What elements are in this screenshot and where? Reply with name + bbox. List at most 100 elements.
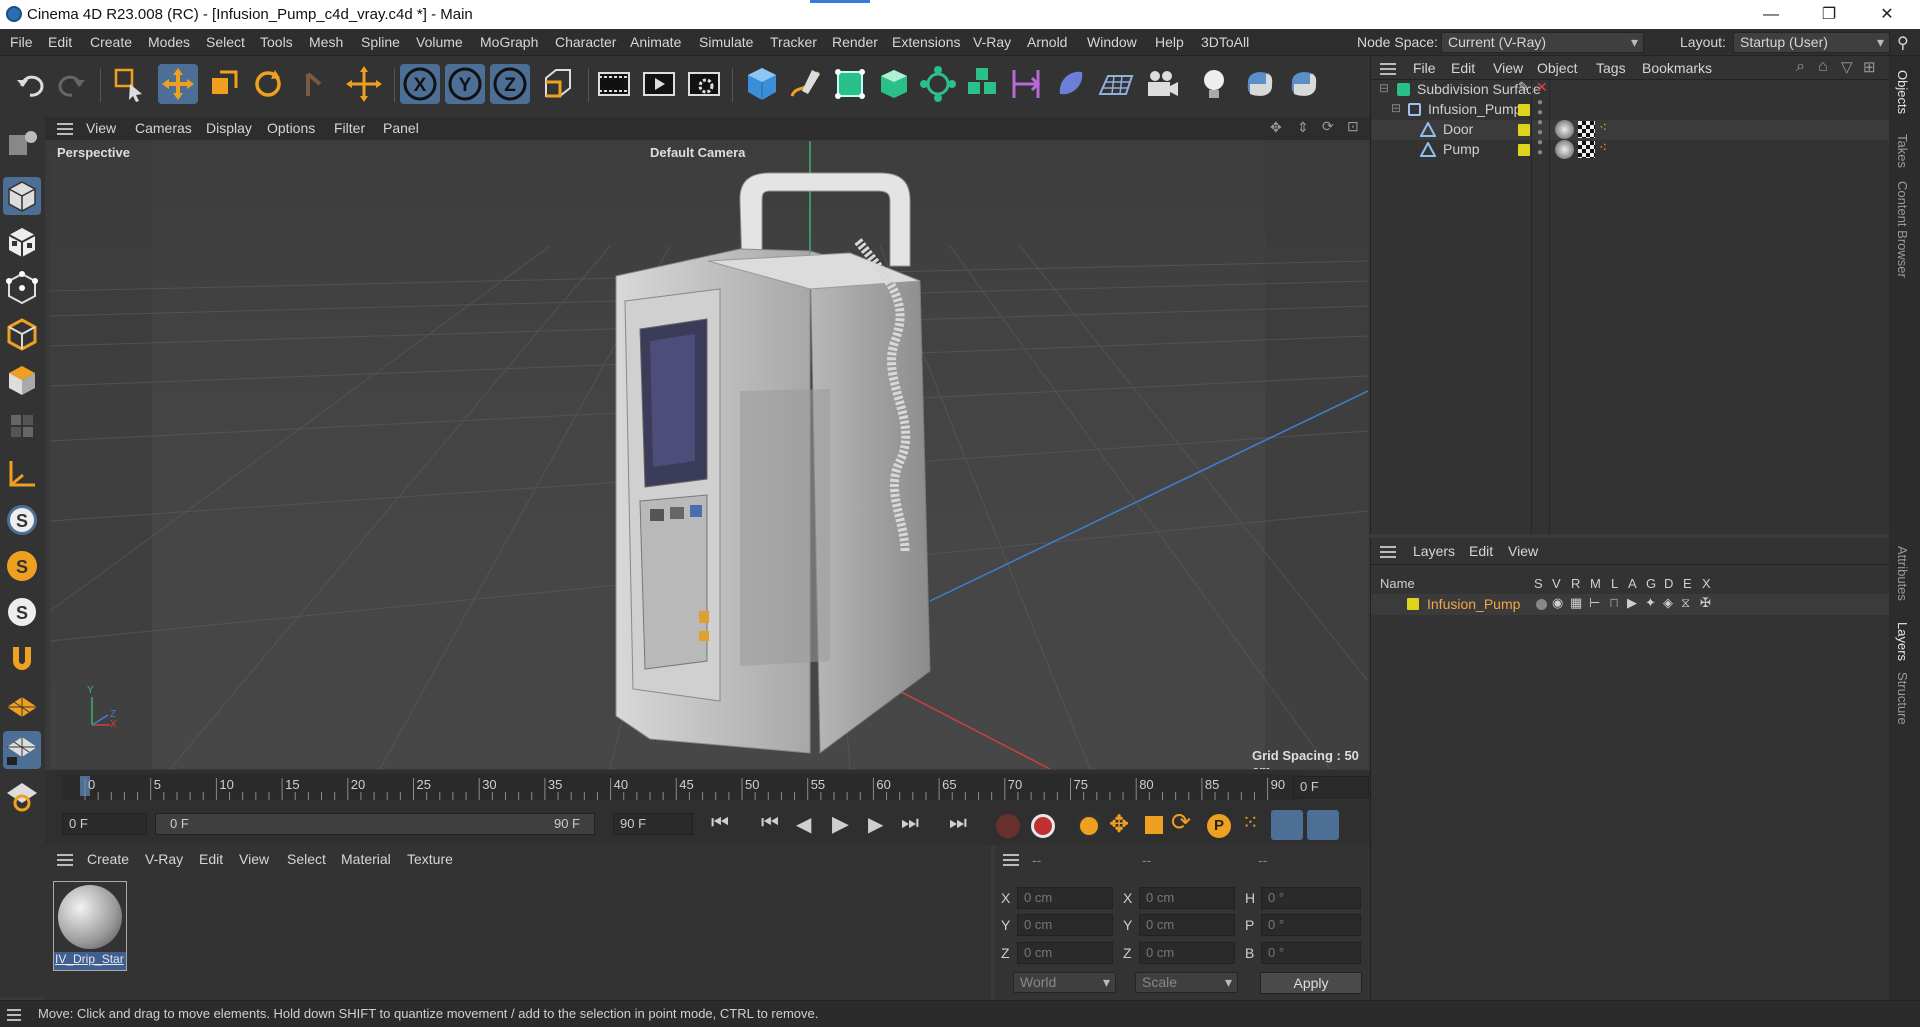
- layer-solo-icon[interactable]: [1536, 599, 1547, 610]
- timeline-ruler[interactable]: 0 5 10 15 20 25 30 35 40 45 50 55 60 65 70 75 80 85 90: [62, 774, 1302, 800]
- key-scale-icon[interactable]: [1145, 816, 1163, 834]
- menu-file[interactable]: File: [10, 34, 33, 50]
- layer-xref-icon[interactable]: ✠: [1700, 595, 1711, 611]
- previous-keyframe-icon[interactable]: ⏮: [761, 812, 779, 835]
- layer-row[interactable]: Infusion_Pump ◉ ▦ ⊢ ⊓ ▶ ✦ ◈ ⧖ ✠: [1371, 594, 1890, 615]
- visibility-dots-icon[interactable]: ● ●: [1537, 138, 1543, 158]
- size-x-field[interactable]: 0 cm: [1139, 887, 1235, 909]
- layout-dropdown[interactable]: Startup (User): [1733, 32, 1890, 53]
- go-to-start-icon[interactable]: ⏮: [711, 812, 729, 835]
- auto-keying-icon[interactable]: [1031, 814, 1055, 838]
- rot-h-field[interactable]: 0 °: [1261, 887, 1361, 909]
- obj-menu-file[interactable]: File: [1413, 60, 1436, 76]
- mat-menu-vray[interactable]: V-Ray: [145, 851, 183, 867]
- interpolation-icon[interactable]: [1271, 810, 1303, 840]
- coordinate-system-icon[interactable]: [344, 64, 384, 104]
- frame-range-slider[interactable]: 0 F 90 F: [155, 813, 595, 835]
- disable-x-icon[interactable]: ✕: [1536, 79, 1548, 96]
- vp-menu-options[interactable]: Options: [267, 120, 315, 136]
- render-region-icon[interactable]: [594, 64, 634, 104]
- recent-tools-icon[interactable]: [296, 64, 336, 104]
- edges-mode-icon[interactable]: [3, 315, 41, 353]
- layer-manager-icon[interactable]: ⊢: [1589, 595, 1600, 611]
- menu-help[interactable]: Help: [1155, 34, 1184, 50]
- menu-edit[interactable]: Edit: [48, 34, 72, 50]
- menu-vray[interactable]: V-Ray: [973, 34, 1011, 50]
- layer-color-swatch[interactable]: [1407, 598, 1419, 610]
- deformer-icon[interactable]: [1006, 64, 1046, 104]
- search-icon[interactable]: ⌕: [1796, 58, 1805, 76]
- light-icon[interactable]: [1194, 64, 1234, 104]
- rot-p-field[interactable]: 0 °: [1261, 914, 1361, 936]
- menu-animate[interactable]: Animate: [630, 34, 681, 50]
- viewport-maximize-icon[interactable]: ⊡: [1347, 118, 1359, 135]
- vp-menu-view[interactable]: View: [86, 120, 116, 136]
- coords-menu-icon[interactable]: [1003, 854, 1019, 856]
- pos-y-field[interactable]: 0 cm: [1017, 914, 1113, 936]
- layer-menu-view[interactable]: View: [1508, 543, 1538, 559]
- floor-environment-icon[interactable]: [1096, 64, 1136, 104]
- collapse-icon[interactable]: ⊟: [1391, 101, 1401, 115]
- menu-select[interactable]: Select: [206, 34, 245, 50]
- redo-icon[interactable]: [52, 64, 92, 104]
- make-editable-icon[interactable]: [3, 125, 41, 163]
- layer-animation-icon[interactable]: ▶: [1627, 595, 1637, 611]
- texture-mode-icon[interactable]: [3, 223, 41, 261]
- vp-menu-panel[interactable]: Panel: [383, 120, 419, 136]
- vp-menu-display[interactable]: Display: [206, 120, 252, 136]
- layer-generator-icon[interactable]: ✦: [1645, 595, 1656, 611]
- cube-primitive-icon[interactable]: [742, 64, 782, 104]
- timeline-window-icon[interactable]: [1307, 810, 1339, 840]
- polygons-mode-icon[interactable]: [3, 361, 41, 399]
- layer-render-icon[interactable]: ▦: [1570, 595, 1582, 611]
- viewport-rotate-icon[interactable]: ⟳: [1322, 118, 1334, 135]
- material-tag-icon[interactable]: [1555, 140, 1574, 159]
- axis-mode-icon[interactable]: [3, 455, 41, 493]
- solo-hierarchy-icon[interactable]: S: [3, 593, 41, 631]
- obj-menu-edit[interactable]: Edit: [1451, 60, 1475, 76]
- obj-menu-view[interactable]: View: [1493, 60, 1523, 76]
- cloner-cubes-icon[interactable]: [962, 64, 1002, 104]
- mograph-cloner-icon[interactable]: [918, 64, 958, 104]
- restore-button[interactable]: ❐: [1806, 0, 1852, 29]
- layer-color-tag[interactable]: [1518, 124, 1530, 136]
- lock-layout-icon[interactable]: ⚲: [1897, 33, 1909, 53]
- menu-arnold[interactable]: Arnold: [1027, 34, 1067, 50]
- new-window-icon[interactable]: ⊞: [1863, 58, 1876, 76]
- menu-character[interactable]: Character: [555, 34, 616, 50]
- menu-render[interactable]: Render: [832, 34, 878, 50]
- rot-b-field[interactable]: 0 °: [1261, 942, 1361, 964]
- python-plugin-icon[interactable]: [1284, 64, 1324, 104]
- live-selection-icon[interactable]: [108, 64, 148, 104]
- next-keyframe-icon[interactable]: ⏭: [901, 812, 919, 835]
- obj-menu-tags[interactable]: Tags: [1596, 60, 1626, 76]
- tab-structure[interactable]: Structure: [1895, 672, 1910, 725]
- python-script-icon[interactable]: [1240, 64, 1280, 104]
- layer-visible-eye-icon[interactable]: ◉: [1552, 595, 1563, 611]
- lock-z-axis-icon[interactable]: Z: [490, 64, 530, 104]
- coord-mode-dropdown[interactable]: Scale: [1135, 972, 1238, 993]
- mat-menu-view[interactable]: View: [239, 851, 269, 867]
- object-row-door[interactable]: Door ● ● ⁖: [1371, 118, 1890, 140]
- move-tool-icon[interactable]: [158, 64, 198, 104]
- menu-modes[interactable]: Modes: [148, 34, 190, 50]
- menu-create[interactable]: Create: [90, 34, 132, 50]
- layer-lock-icon[interactable]: ⊓: [1609, 595, 1619, 611]
- viewport-zoom-icon[interactable]: ⇕: [1297, 119, 1309, 136]
- material-tag-icon[interactable]: [1555, 120, 1574, 139]
- locked-workplane-icon[interactable]: [3, 731, 41, 769]
- menu-tools[interactable]: Tools: [260, 34, 293, 50]
- snap-magnet-icon[interactable]: [3, 639, 41, 677]
- layer-color-tag[interactable]: [1518, 144, 1530, 156]
- menu-window[interactable]: Window: [1087, 34, 1137, 50]
- lock-x-axis-icon[interactable]: X: [400, 64, 440, 104]
- layer-expression-icon[interactable]: ⧖: [1681, 595, 1690, 611]
- size-y-field[interactable]: 0 cm: [1139, 914, 1235, 936]
- rotate-tool-icon[interactable]: [248, 64, 288, 104]
- points-mode-icon[interactable]: [3, 269, 41, 307]
- tab-takes[interactable]: Takes: [1895, 134, 1910, 168]
- extrude-icon[interactable]: [874, 64, 914, 104]
- record-keyframe-icon[interactable]: [996, 814, 1020, 838]
- vp-menu-filter[interactable]: Filter: [334, 120, 365, 136]
- layers-menu-icon[interactable]: [1380, 546, 1396, 548]
